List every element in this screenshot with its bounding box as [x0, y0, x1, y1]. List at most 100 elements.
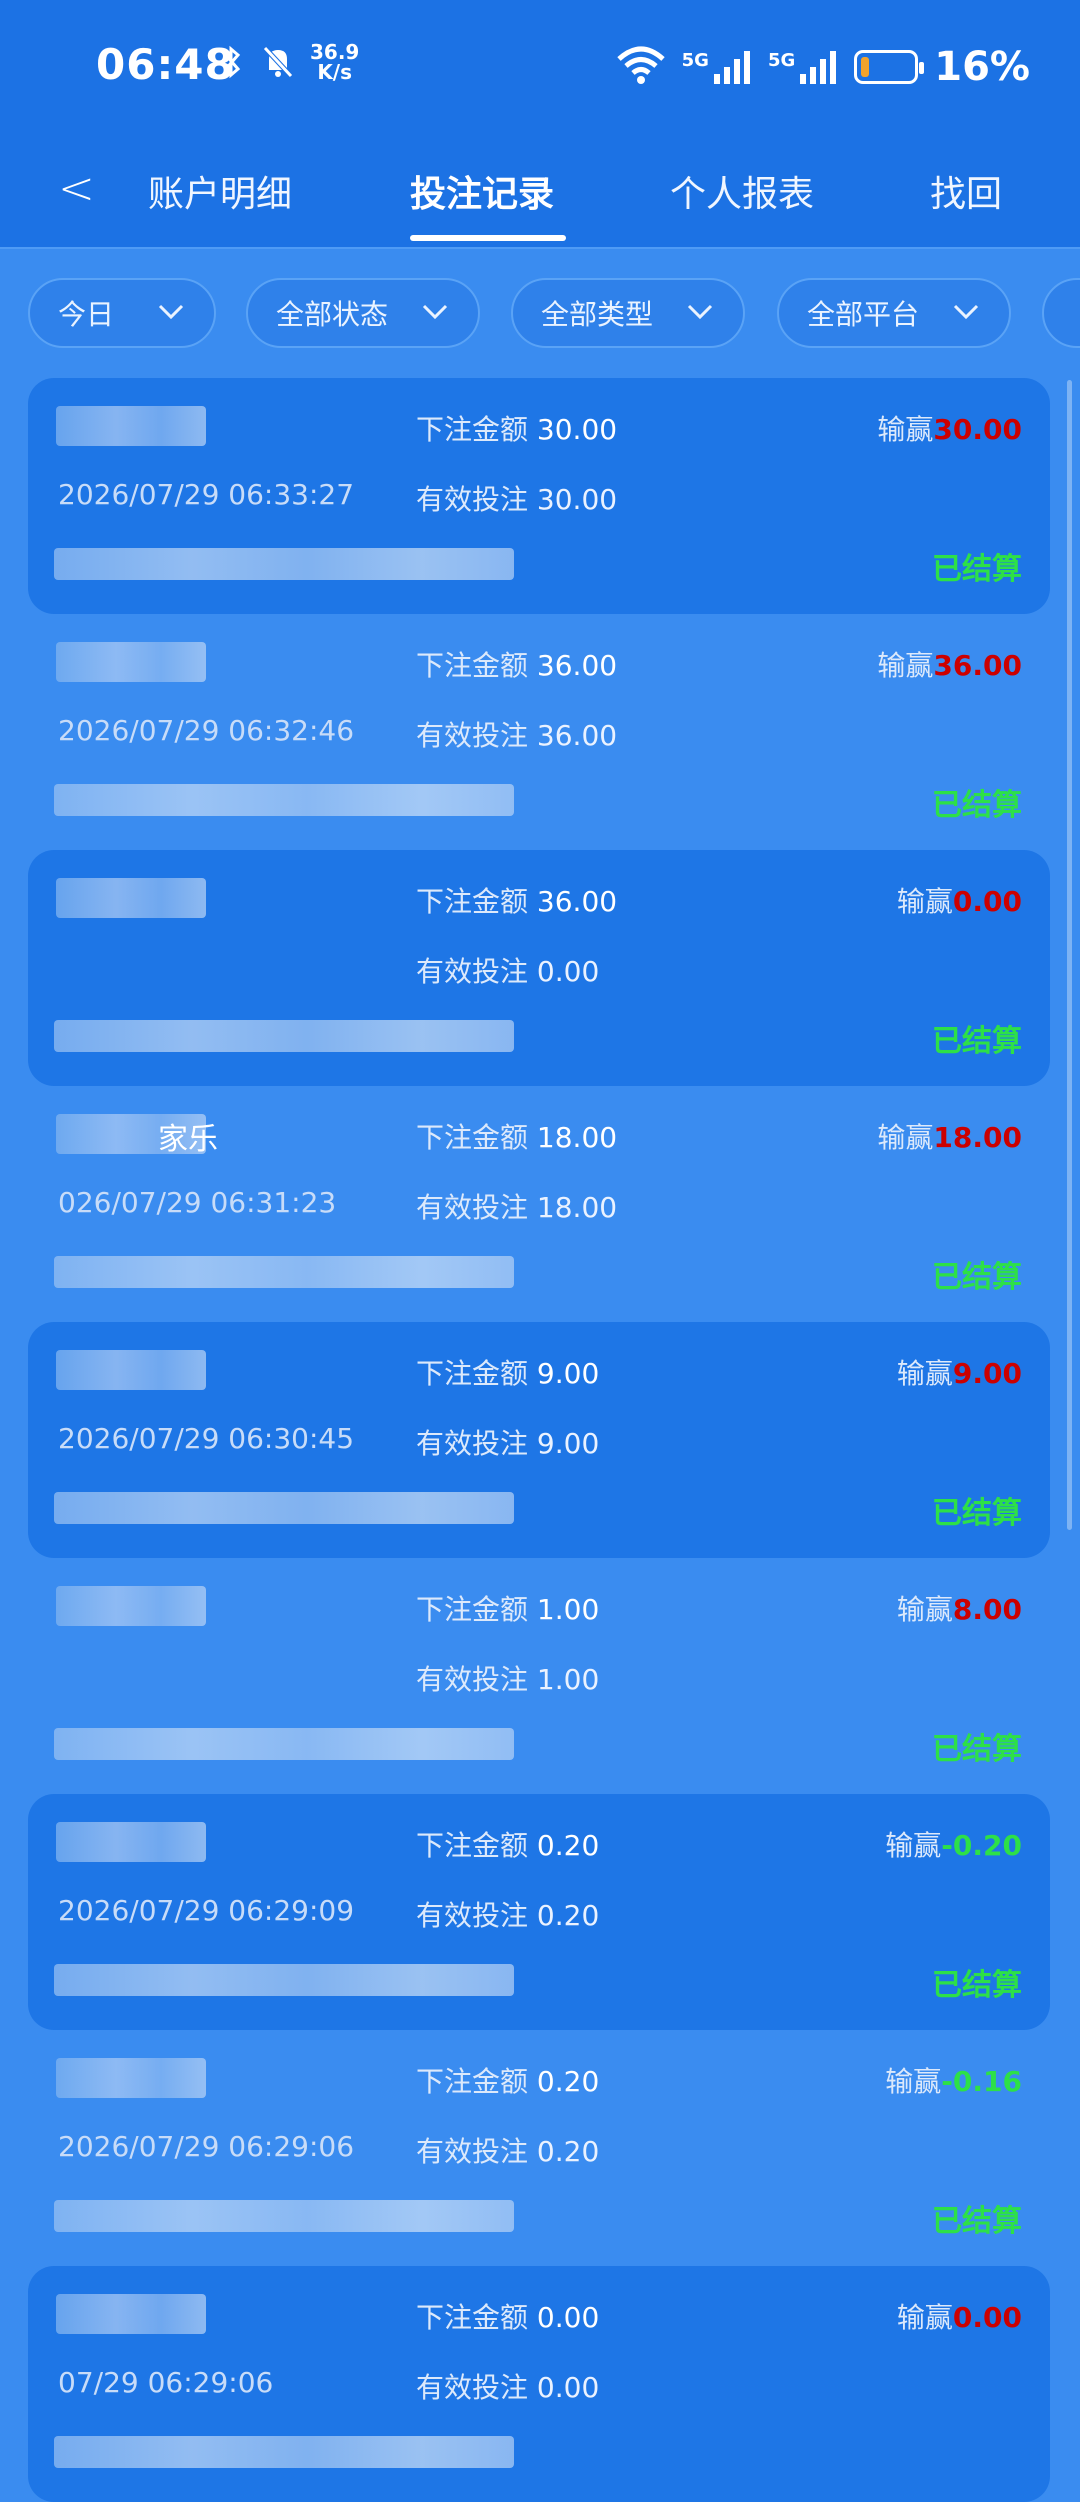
win-loss: 输赢8.00 — [897, 1588, 1022, 1628]
filter-type-label: 全部类型 — [541, 298, 654, 331]
valid-bet-value: 1.00 — [536, 1663, 600, 1696]
valid-bet: 有效投注 36.00 — [416, 714, 617, 754]
tab-account-details[interactable]: 账户明细 — [148, 165, 292, 217]
win-loss-value: 9.00 — [952, 1357, 1022, 1390]
tab-bet-records[interactable]: 投注记录 — [410, 165, 554, 217]
tab-retrieve[interactable]: 找回 — [930, 165, 1002, 217]
settled-status: 已结算 — [932, 1024, 1022, 1059]
bet-record-card[interactable]: 下注金额 0.00 输赢0.00 07/29 06:29:06 有效投注 0.00 — [28, 2266, 1050, 2502]
settled-status: 已结算 — [932, 1496, 1022, 1531]
tab-bar: < 账户明细 投注记录 个人报表 找回 — [0, 135, 1080, 249]
battery-icon — [854, 50, 925, 84]
status-bar: 06:48 36.9 K/s 5G 5G 16% — [0, 0, 1080, 135]
win-loss: 输赢9.00 — [897, 1352, 1022, 1392]
game-name-blurred — [56, 406, 206, 446]
bet-amount-label: 下注金额 — [416, 2301, 529, 2334]
bet-record-card[interactable]: 下注金额 0.20 输赢-0.20 2026/07/29 06:29:09 有效投注 … — [28, 1794, 1050, 2030]
valid-bet-label: 有效投注 — [416, 1427, 529, 1460]
net-speed-value: 36.9 — [310, 40, 360, 64]
order-number-blurred — [54, 2200, 514, 2232]
bet-amount-value: 36.00 — [536, 885, 618, 918]
win-loss-value: 0.00 — [952, 885, 1022, 918]
bet-amount-value: 1.00 — [536, 1593, 600, 1626]
game-name-blurred — [56, 2294, 206, 2334]
bet-time: 2026/07/29 06:33:27 — [58, 478, 355, 511]
bet-record-card[interactable]: 下注金额 0.20 输赢-0.16 2026/07/29 06:29:06 有效投注 … — [28, 2030, 1050, 2266]
bet-time: 07/29 06:29:06 — [58, 2366, 274, 2399]
order-number-blurred — [54, 1492, 514, 1524]
bet-time: 2026/07/29 06:30:45 — [58, 1422, 355, 1455]
filter-type[interactable]: 全部类型 — [511, 278, 745, 348]
win-loss-value: 8.00 — [952, 1593, 1022, 1626]
bet-amount-value: 0.00 — [536, 2301, 600, 2334]
filter-platform[interactable]: 全部平台 — [777, 278, 1011, 348]
valid-bet-value: 0.20 — [536, 2135, 600, 2168]
bet-amount-value: 36.00 — [536, 649, 618, 682]
win-loss: 输赢0.00 — [897, 2296, 1022, 2336]
game-name-blurred — [56, 1586, 206, 1626]
bet-amount: 下注金额 0.00 — [416, 2296, 599, 2336]
game-name-blurred — [56, 1350, 206, 1390]
bet-amount: 下注金额 30.00 — [416, 408, 617, 448]
win-loss-value: -0.20 — [941, 1829, 1022, 1862]
bet-amount: 下注金额 0.20 — [416, 1824, 599, 1864]
tab-personal-report[interactable]: 个人报表 — [670, 165, 814, 217]
order-number-blurred — [54, 1020, 514, 1052]
filter-status[interactable]: 全部状态 — [246, 278, 480, 348]
valid-bet-label: 有效投注 — [416, 2135, 529, 2168]
valid-bet: 有效投注 0.20 — [416, 2130, 599, 2170]
signal-1-label: 5G — [681, 50, 709, 71]
win-loss-label: 输赢 — [885, 1829, 942, 1862]
chevron-down-icon — [687, 304, 713, 320]
order-number-blurred — [54, 784, 514, 816]
active-tab-indicator — [410, 235, 566, 241]
signal-5g-icon: 5G — [682, 50, 752, 84]
win-loss-label: 输赢 — [896, 1593, 953, 1626]
filter-status-label: 全部状态 — [276, 298, 389, 331]
filter-date[interactable]: 今日 — [28, 278, 216, 348]
win-loss: 输赢36.00 — [877, 644, 1022, 684]
bet-time: 2026/07/29 06:29:06 — [58, 2130, 355, 2163]
valid-bet-label: 有效投注 — [416, 955, 529, 988]
bet-amount-label: 下注金额 — [416, 1357, 529, 1390]
bet-amount: 下注金额 9.00 — [416, 1352, 599, 1392]
valid-bet: 有效投注 30.00 — [416, 478, 617, 518]
chevron-down-icon — [158, 304, 184, 320]
bet-record-card[interactable]: 下注金额 36.00 输赢0.00 有效投注 0.00 已结算 — [28, 850, 1050, 1086]
filter-more[interactable] — [1042, 278, 1080, 348]
bet-amount-label: 下注金额 — [416, 413, 529, 446]
bet-record-card[interactable]: 下注金额 1.00 输赢8.00 有效投注 1.00 已结算 — [28, 1558, 1050, 1794]
order-number-blurred — [54, 2436, 514, 2468]
settled-status: 已结算 — [932, 1260, 1022, 1295]
bet-time: 026/07/29 06:31:23 — [58, 1186, 337, 1219]
bet-amount: 下注金额 36.00 — [416, 644, 617, 684]
bet-record-card[interactable]: 下注金额 36.00 输赢36.00 2026/07/29 06:32:46 有效投注… — [28, 614, 1050, 850]
bet-amount-label: 下注金额 — [416, 649, 529, 682]
bet-amount-value: 0.20 — [536, 2065, 600, 2098]
order-number-blurred — [54, 1728, 514, 1760]
game-name-blurred — [56, 878, 206, 918]
valid-bet: 有效投注 0.20 — [416, 1894, 599, 1934]
win-loss-value: -0.16 — [941, 2065, 1022, 2098]
bet-amount-value: 18.00 — [536, 1121, 618, 1154]
bet-amount-value: 0.20 — [536, 1829, 600, 1862]
order-number-blurred — [54, 1256, 514, 1288]
scrollbar[interactable] — [1067, 380, 1072, 1530]
valid-bet-label: 有效投注 — [416, 1899, 529, 1932]
valid-bet-value: 0.20 — [536, 1899, 600, 1932]
filter-date-label: 今日 — [58, 298, 115, 331]
win-loss: 输赢-0.16 — [885, 2060, 1022, 2100]
bet-record-card[interactable]: 下注金额 9.00 输赢9.00 2026/07/29 06:30:45 有效投注 9… — [28, 1322, 1050, 1558]
back-chevron-icon[interactable]: < — [58, 163, 95, 214]
battery-fill — [861, 57, 870, 77]
chevron-down-icon — [953, 304, 979, 320]
win-loss-label: 输赢 — [877, 413, 934, 446]
bet-record-card[interactable]: 下注金额 30.00 输赢30.00 2026/07/29 06:33:27 有效投注… — [28, 378, 1050, 614]
bluetooth-icon — [222, 45, 242, 83]
valid-bet: 有效投注 9.00 — [416, 1422, 599, 1462]
status-icons — [222, 44, 296, 84]
valid-bet: 有效投注 1.00 — [416, 1658, 599, 1698]
status-right: 5G 5G 16% — [616, 44, 1030, 90]
bet-record-card[interactable]: 家乐 下注金额 18.00 输赢18.00 026/07/29 06:31:23 有效投… — [28, 1086, 1050, 1322]
net-speed-unit: K/s — [317, 60, 353, 84]
